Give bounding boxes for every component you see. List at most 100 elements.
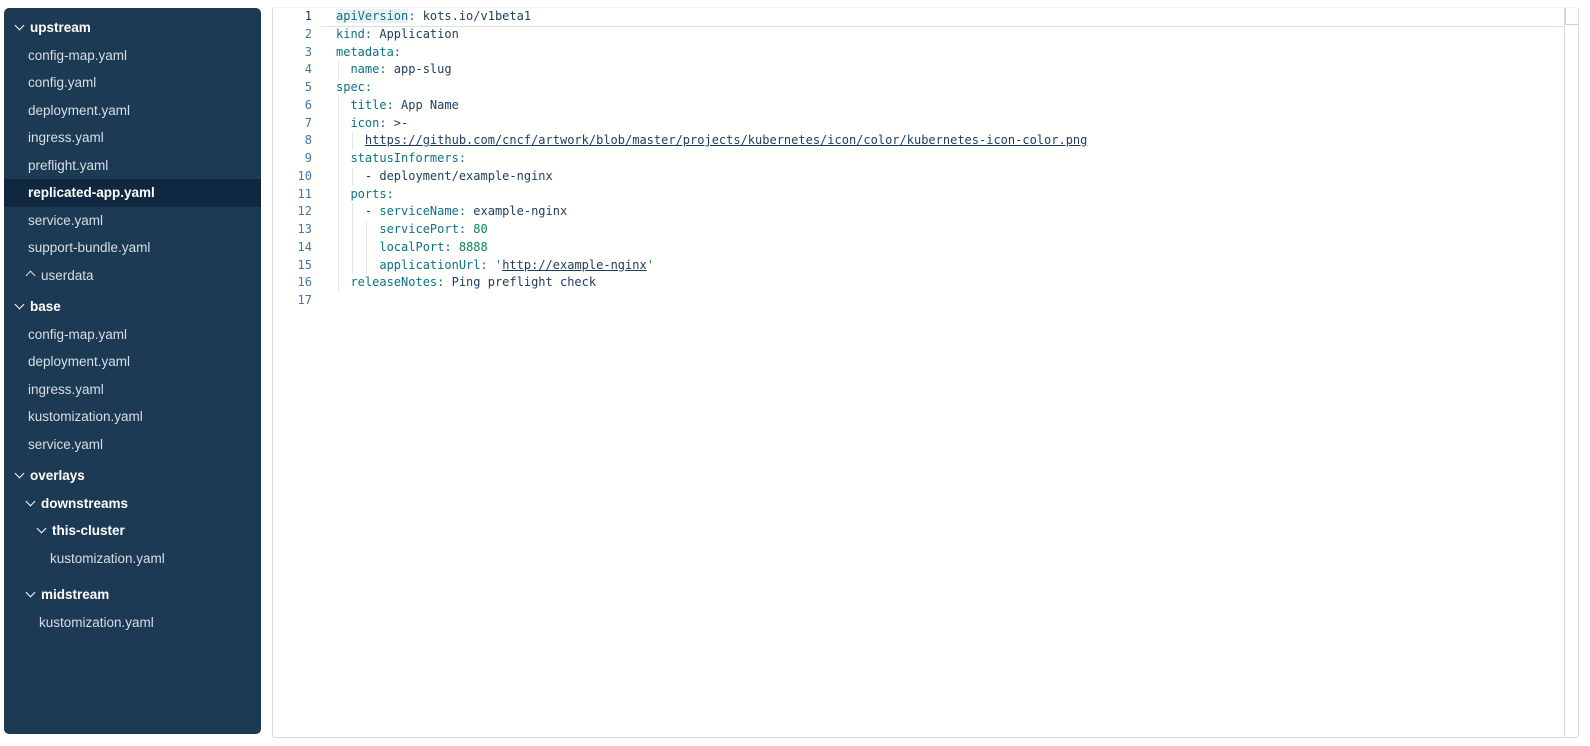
code-line[interactable]: 7 icon: >-	[273, 115, 1578, 133]
tree-file-config-yaml[interactable]: config.yaml	[4, 69, 261, 97]
line-number: 4	[273, 61, 321, 79]
scrollbar-thumb[interactable]	[1565, 8, 1578, 25]
tree-item-label: service.yaml	[28, 437, 103, 452]
code-line-content: spec:	[321, 79, 1564, 97]
code-line-content: kind: Application	[321, 26, 1564, 44]
tree-folder-upstream[interactable]: upstream	[4, 14, 261, 42]
tree-folder-this-cluster[interactable]: this-cluster	[4, 517, 261, 545]
indent-guide	[366, 257, 367, 275]
code-token	[336, 258, 379, 272]
tree-file-kustomization-yaml[interactable]: kustomization.yaml	[4, 403, 261, 431]
code-line[interactable]: 16 releaseNotes: Ping preflight check	[273, 274, 1578, 292]
code-line[interactable]: 15 applicationUrl: 'http://example-nginx…	[273, 257, 1578, 275]
chevron-down-icon	[15, 21, 25, 31]
scrollbar-track-divider	[1564, 8, 1565, 737]
code-line-content: - deployment/example-nginx	[321, 168, 1564, 186]
code-line[interactable]: 10 - deployment/example-nginx	[273, 168, 1578, 186]
code-token: applicationUrl:	[379, 258, 487, 272]
code-token: '	[647, 258, 654, 272]
tree-item-label: overlays	[30, 468, 85, 483]
tree-folder-downstreams[interactable]: downstreams	[4, 490, 261, 518]
tree-file-deployment-yaml[interactable]: deployment.yaml	[4, 348, 261, 376]
code-token: 80	[473, 222, 487, 236]
code-token	[336, 133, 365, 147]
code-line[interactable]: 5spec:	[273, 79, 1578, 97]
indent-guide	[338, 132, 339, 150]
code-token: releaseNotes:	[350, 275, 444, 289]
code-token: title:	[350, 98, 393, 112]
code-token	[452, 240, 459, 254]
code-token: - deployment/example-nginx	[336, 169, 553, 183]
tree-file-config-map-yaml[interactable]: config-map.yaml	[4, 42, 261, 70]
file-viewer-screen: upstreamconfig-map.yamlconfig.yamldeploy…	[0, 0, 1590, 746]
tree-file-support-bundle-yaml[interactable]: support-bundle.yaml	[4, 234, 261, 262]
code-line[interactable]: 2kind: Application	[273, 26, 1578, 44]
chevron-down-icon	[37, 524, 47, 534]
indent-guide	[338, 150, 339, 168]
tree-file-preflight-yaml[interactable]: preflight.yaml	[4, 152, 261, 180]
tree-file-ingress-yaml[interactable]: ingress.yaml	[4, 376, 261, 404]
tree-file-kustomization-yaml[interactable]: kustomization.yaml	[4, 609, 261, 637]
tree-folder-midstream[interactable]: midstream	[4, 581, 261, 609]
tree-item-label: base	[30, 299, 61, 314]
code-line-content: https://github.com/cncf/artwork/blob/mas…	[321, 132, 1564, 150]
code-line-content	[321, 292, 1564, 310]
indent-guide	[338, 168, 339, 186]
tree-folder-base[interactable]: base	[4, 293, 261, 321]
code-line[interactable]: 1apiVersion: kots.io/v1beta1	[273, 8, 1578, 26]
code-line[interactable]: 14 localPort: 8888	[273, 239, 1578, 257]
code-token: serviceName:	[379, 204, 466, 218]
code-line[interactable]: 8 https://github.com/cncf/artwork/blob/m…	[273, 132, 1578, 150]
code-line-content: applicationUrl: 'http://example-nginx'	[321, 257, 1564, 275]
code-token	[488, 258, 495, 272]
code-line[interactable]: 4 name: app-slug	[273, 61, 1578, 79]
tree-file-ingress-yaml[interactable]: ingress.yaml	[4, 124, 261, 152]
tree-item-label: support-bundle.yaml	[28, 240, 150, 255]
indent-guide	[338, 221, 339, 239]
indent-guide	[338, 203, 339, 221]
code-line[interactable]: 17	[273, 292, 1578, 310]
tree-file-deployment-yaml[interactable]: deployment.yaml	[4, 97, 261, 125]
code-editor-panel[interactable]: 1apiVersion: kots.io/v1beta12kind: Appli…	[272, 7, 1579, 738]
tree-file-kustomization-yaml[interactable]: kustomization.yaml	[4, 545, 261, 573]
code-token: ports:	[350, 187, 393, 201]
tree-item-label: userdata	[41, 268, 94, 283]
code-line[interactable]: 11 ports:	[273, 186, 1578, 204]
code-token	[336, 240, 379, 254]
code-line[interactable]: 12 - serviceName: example-nginx	[273, 203, 1578, 221]
code-token: kind:	[336, 27, 372, 41]
indent-guide	[338, 257, 339, 275]
code-token: kots.io/v1beta1	[415, 9, 531, 23]
indent-guide	[338, 61, 339, 79]
indent-guide	[352, 239, 353, 257]
indent-guide	[352, 168, 353, 186]
code-line[interactable]: 3metadata:	[273, 44, 1578, 62]
tree-file-config-map-yaml[interactable]: config-map.yaml	[4, 321, 261, 349]
tree-file-replicated-app-yaml[interactable]: replicated-app.yaml	[4, 179, 261, 207]
line-number: 15	[273, 257, 321, 275]
tree-item-label: kustomization.yaml	[39, 615, 154, 630]
tree-file-service-yaml[interactable]: service.yaml	[4, 207, 261, 235]
code-token: icon:	[350, 116, 386, 130]
tree-item-label: downstreams	[41, 496, 128, 511]
url-link[interactable]: https://github.com/cncf/artwork/blob/mas…	[365, 133, 1087, 147]
tree-item-label: preflight.yaml	[28, 158, 108, 173]
line-number: 1	[273, 8, 321, 26]
code-line[interactable]: 6 title: App Name	[273, 97, 1578, 115]
code-line[interactable]: 13 servicePort: 80	[273, 221, 1578, 239]
code-token: Application	[372, 27, 459, 41]
tree-folder-overlays[interactable]: overlays	[4, 462, 261, 490]
tree-item-label: kustomization.yaml	[28, 409, 143, 424]
code-line[interactable]: 9 statusInformers:	[273, 150, 1578, 168]
code-token: servicePort:	[379, 222, 466, 236]
tree-item-label: kustomization.yaml	[50, 551, 165, 566]
tree-file-service-yaml[interactable]: service.yaml	[4, 431, 261, 459]
code-token: apiVersion	[336, 9, 408, 23]
tree-item-label: deployment.yaml	[28, 354, 130, 369]
line-number: 11	[273, 186, 321, 204]
tree-item-label: replicated-app.yaml	[28, 185, 155, 200]
code-line-content: - serviceName: example-nginx	[321, 203, 1564, 221]
tree-item-label: config-map.yaml	[28, 48, 127, 63]
tree-folder-userdata[interactable]: userdata	[4, 262, 261, 290]
url-link[interactable]: http://example-nginx	[502, 258, 647, 272]
